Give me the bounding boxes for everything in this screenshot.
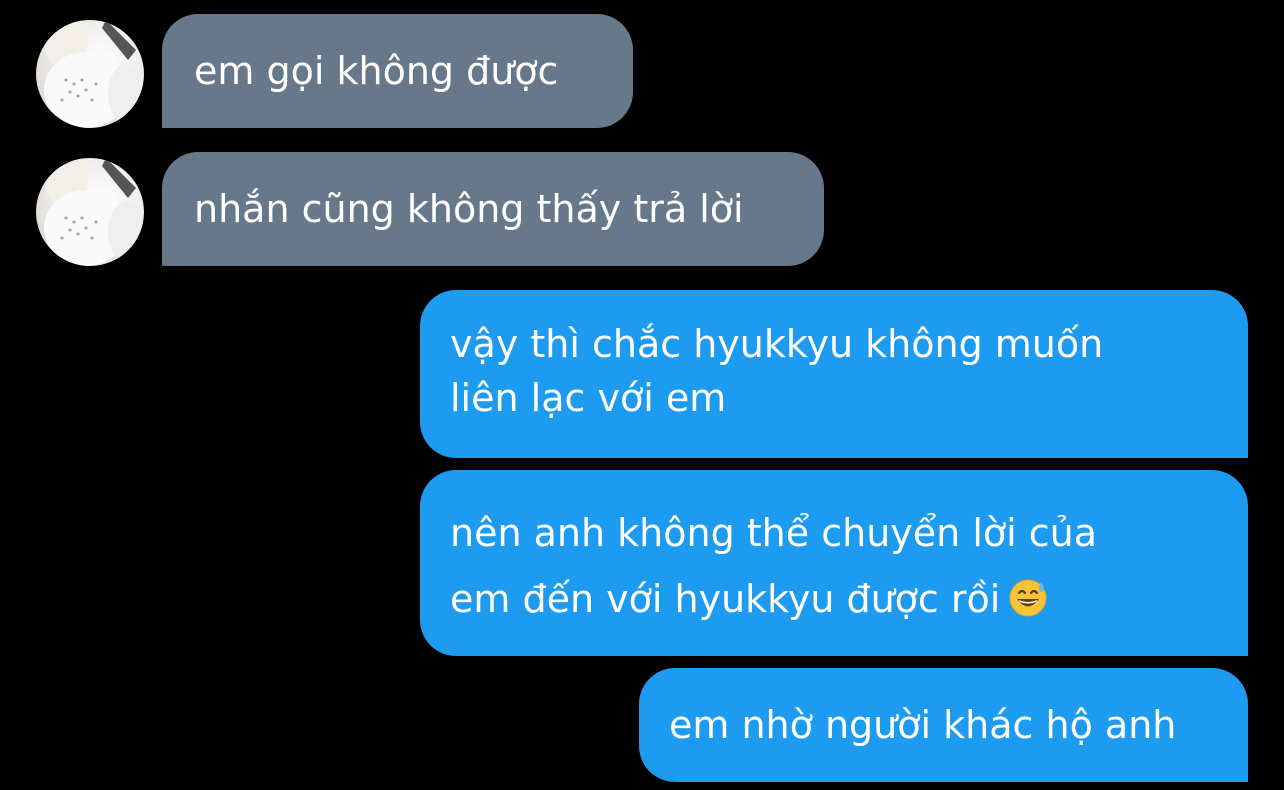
message-text-line: nên anh không thể chuyển lời của (450, 511, 1098, 555)
message-bubble-outgoing[interactable]: nên anh không thể chuyển lời của em đến … (420, 470, 1248, 656)
message-text-line: liên lạc với em (450, 376, 727, 420)
message-bubble-incoming[interactable]: em gọi không được (162, 14, 633, 128)
grinning-sweat-emoji-icon (1008, 578, 1048, 618)
message-text: em gọi không được (194, 49, 559, 93)
message-bubble-outgoing[interactable]: vậy thì chắc hyukkyu không muốn liên lạc… (420, 290, 1248, 458)
contact-avatar[interactable] (36, 158, 144, 266)
message-text-line: vậy thì chắc hyukkyu không muốn (450, 322, 1104, 366)
message-text: nhắn cũng không thấy trả lời (194, 187, 744, 231)
message-text: em nhờ người khác hộ anh (669, 703, 1177, 747)
message-text-line: em đến với hyukkyu được rồi (450, 577, 1001, 621)
avatar-photo-icon (44, 158, 144, 266)
message-bubble-incoming[interactable]: nhắn cũng không thấy trả lời (162, 152, 824, 266)
contact-avatar[interactable] (36, 20, 144, 128)
message-bubble-outgoing[interactable]: em nhờ người khác hộ anh (639, 668, 1248, 782)
avatar-photo-icon (44, 20, 144, 128)
